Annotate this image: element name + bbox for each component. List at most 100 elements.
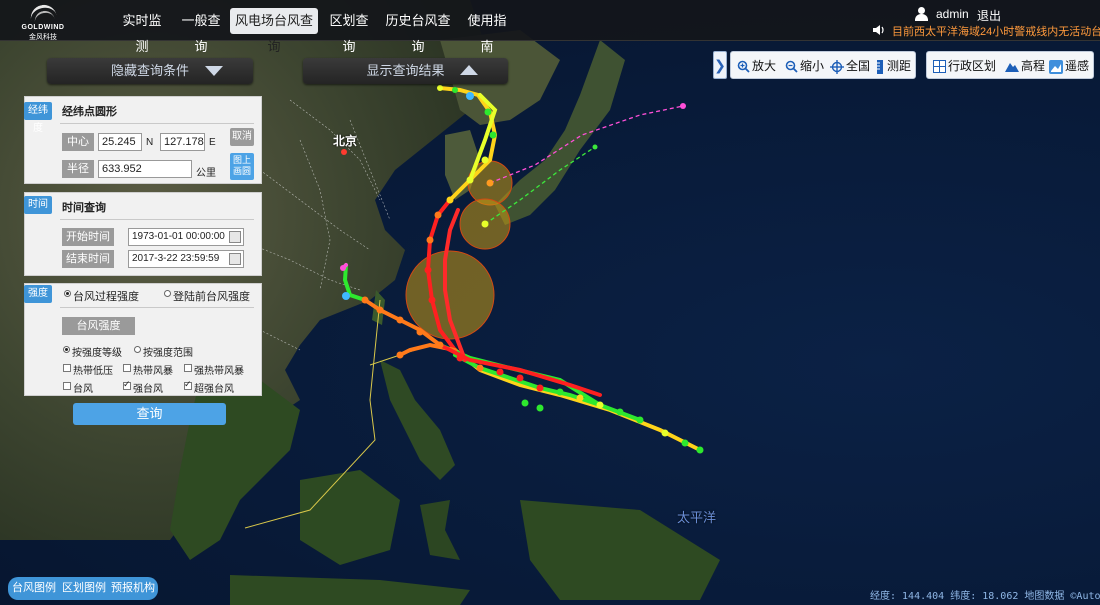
satellite-icon: [1049, 59, 1063, 74]
toolbar-collapse-button[interactable]: ❯: [713, 51, 727, 79]
zoom-out-label: 缩小: [800, 59, 825, 73]
measure-label: 测距: [887, 59, 912, 73]
land-philippines: [380, 360, 455, 480]
zoom-out-icon: [785, 61, 798, 73]
by-level-label: 按强度等级: [72, 348, 122, 359]
show-results-label: 显示查询结果: [366, 63, 445, 78]
latlon-tag: 经纬度: [24, 102, 52, 134]
zoom-in-button[interactable]: 放大: [737, 57, 776, 75]
speaker-icon: [873, 25, 884, 35]
divider: [60, 123, 254, 124]
start-time-input[interactable]: 1973-01-01 00:00:00: [128, 228, 244, 246]
nav-general-query[interactable]: 一般查询: [173, 8, 229, 54]
by-range-label: 按强度范围: [143, 348, 193, 359]
land-borneo: [300, 470, 400, 565]
center-label: 中心: [62, 133, 94, 151]
radio-landfall-intensity[interactable]: [164, 290, 171, 297]
company-logo[interactable]: GOLDWIND 金风科技: [18, 2, 68, 41]
typhoon-wind-circle-large: [405, 250, 495, 340]
logo-brand: GOLDWIND: [21, 24, 65, 31]
admin-division-label: 行政区划: [948, 59, 997, 73]
user-icon: [914, 7, 928, 21]
nav-windfarm-typhoon[interactable]: 风电场台风查询: [230, 8, 318, 54]
nav-region-query[interactable]: 区划查询: [321, 8, 377, 54]
crosshair-icon: [830, 59, 844, 74]
map-tools-group: 放大 缩小 全国 测距: [730, 51, 916, 79]
lon-input[interactable]: 127.178: [160, 133, 205, 151]
elevation-button[interactable]: 高程: [1005, 57, 1045, 75]
admin-division-button[interactable]: 行政区划: [933, 57, 996, 75]
end-time-value: 2017-3-22 23:59:59: [132, 253, 220, 264]
time-tag: 时间: [24, 196, 52, 214]
checkbox-severe-tropical-storm[interactable]: [184, 364, 192, 372]
remote-sensing-button[interactable]: 遥感: [1049, 57, 1089, 75]
time-title: 时间查询: [62, 202, 106, 214]
ocean-label-pacific: 太平洋: [677, 510, 717, 525]
radius-input[interactable]: 633.952: [98, 160, 192, 178]
nav-user-guide[interactable]: 使用指南: [459, 8, 515, 54]
city-label-beijing: 北京: [333, 134, 358, 148]
radius-unit: 公里: [196, 168, 216, 179]
measure-button[interactable]: 测距: [876, 57, 911, 75]
hide-conditions-label: 隐藏查询条件: [110, 63, 189, 78]
end-time-input[interactable]: 2017-3-22 23:59:59: [128, 250, 244, 268]
nav-history-typhoon[interactable]: 历史台风查询: [378, 8, 458, 54]
checkbox-tropical-depression[interactable]: [63, 364, 71, 372]
typhoon-label: 台风: [73, 384, 93, 395]
lat-unit: N: [146, 137, 154, 148]
full-extent-button[interactable]: 全国: [830, 57, 870, 75]
mountain-icon: [1005, 63, 1019, 73]
severe-tropical-storm-label: 强热带风暴: [194, 366, 244, 377]
calendar-icon[interactable]: [229, 253, 241, 265]
layer-tools-group: 行政区划 高程 遥感: [926, 51, 1094, 79]
tropical-storm-label: 热带风暴: [133, 366, 173, 377]
typhoon-notice: 目前西太平洋海域24小时警戒线内无活动台风: [892, 26, 1100, 38]
chevron-down-icon: [205, 66, 223, 76]
end-time-label: 结束时间: [62, 250, 114, 268]
logout-link[interactable]: 退出: [977, 7, 1001, 24]
divider: [60, 307, 254, 308]
checkbox-typhoon[interactable]: [63, 382, 71, 390]
show-results-toggle[interactable]: 显示查询结果: [303, 58, 508, 84]
forecast-agency-button[interactable]: 预报机构: [110, 579, 156, 598]
nav-realtime[interactable]: 实时监测: [114, 8, 170, 54]
radio-process-intensity[interactable]: [64, 290, 71, 297]
intensity-tag: 强度: [24, 285, 52, 303]
checkbox-super-typhoon[interactable]: [184, 379, 192, 390]
landfall-intensity-label: 登陆前台风强度: [173, 291, 250, 303]
query-button[interactable]: 查询: [73, 403, 226, 425]
username: admin: [936, 7, 969, 21]
ruler-icon: [877, 59, 883, 74]
typhoon-legend-button[interactable]: 台风图例: [11, 579, 57, 598]
radio-by-level[interactable]: [63, 346, 70, 353]
process-intensity-label: 台风过程强度: [73, 291, 139, 303]
cancel-button[interactable]: 取消: [230, 128, 254, 146]
draw-circle-button[interactable]: 图上 画圆: [230, 153, 254, 180]
strong-typhoon-label: 强台风: [133, 384, 163, 395]
chevron-right-icon: ❯: [714, 57, 726, 73]
latlon-title: 经纬点圆形: [62, 106, 117, 118]
draw-circle-label-1: 图上: [232, 155, 251, 165]
division-legend-button[interactable]: 区划图例: [61, 579, 107, 598]
tropical-depression-label: 热带低压: [73, 366, 113, 377]
lon-unit: E: [209, 137, 216, 148]
radio-by-range[interactable]: [134, 346, 141, 353]
start-time-value: 1973-01-01 00:00:00: [132, 231, 225, 242]
full-extent-label: 全国: [846, 59, 871, 73]
checkbox-strong-typhoon[interactable]: [123, 379, 131, 390]
super-typhoon-label: 超强台风: [194, 384, 234, 395]
checkbox-tropical-storm[interactable]: [123, 364, 131, 372]
beijing-marker: [341, 149, 347, 155]
logo-subtitle: 金风科技: [29, 34, 57, 41]
start-time-label: 开始时间: [62, 228, 114, 246]
chevron-up-icon: [460, 65, 478, 75]
coordinate-readout: 经度: 144.404 纬度: 18.062 地图数据 ©AutoNavi: [870, 591, 1100, 602]
radius-label: 半径: [62, 160, 94, 178]
remote-sensing-label: 遥感: [1065, 59, 1090, 73]
elevation-label: 高程: [1021, 59, 1046, 73]
hide-conditions-toggle[interactable]: 隐藏查询条件: [47, 58, 253, 84]
zoom-out-button[interactable]: 缩小: [785, 57, 824, 75]
lat-input[interactable]: 25.245: [98, 133, 142, 151]
calendar-icon[interactable]: [229, 231, 241, 243]
zoom-in-icon: [737, 61, 750, 73]
